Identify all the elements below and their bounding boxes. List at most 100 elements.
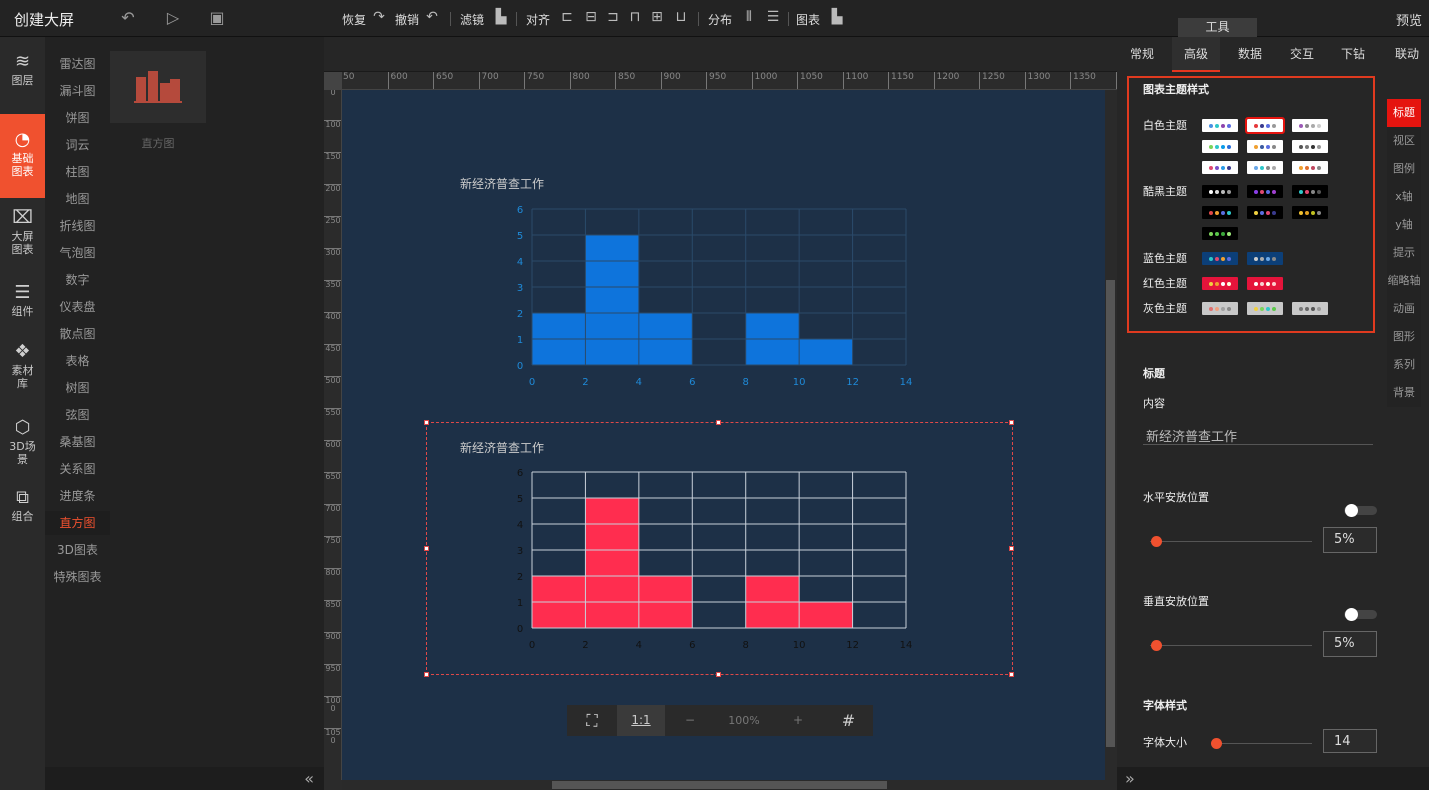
- tab-3[interactable]: 交互: [1278, 37, 1326, 72]
- fit-screen-icon[interactable]: ⛶: [567, 705, 617, 736]
- vertical-position-value[interactable]: 5%: [1323, 631, 1377, 657]
- zoom-in-button[interactable]: +: [778, 705, 818, 736]
- category-item[interactable]: 弦图: [45, 403, 110, 427]
- theme-swatch[interactable]: [1247, 252, 1283, 265]
- back-icon[interactable]: ↶: [118, 8, 138, 28]
- theme-swatch[interactable]: [1202, 206, 1238, 219]
- side-tab-2[interactable]: 图例: [1387, 155, 1421, 183]
- font-size-value[interactable]: 14: [1323, 729, 1377, 753]
- horizontal-scroll-thumb[interactable]: [552, 781, 887, 789]
- theme-swatch[interactable]: [1247, 185, 1283, 198]
- theme-swatch[interactable]: [1202, 140, 1238, 153]
- side-tab-5[interactable]: 提示: [1387, 239, 1421, 267]
- category-item[interactable]: 进度条: [45, 484, 110, 508]
- side-tab-6[interactable]: 缩略轴: [1387, 267, 1421, 295]
- histogram-bar[interactable]: [585, 498, 639, 628]
- nav-sliders[interactable]: ☰ 组件: [0, 275, 45, 327]
- theme-swatch[interactable]: [1245, 117, 1285, 134]
- vertical-position-slider[interactable]: [1150, 645, 1312, 646]
- distribute-horizontal-icon[interactable]: ⫴: [740, 8, 758, 26]
- align-button[interactable]: 对齐: [526, 11, 550, 28]
- side-tab-9[interactable]: 系列: [1387, 351, 1421, 379]
- align-middle-icon[interactable]: ⊞: [648, 8, 666, 26]
- grid-toggle-icon[interactable]: #: [824, 705, 873, 736]
- theme-swatch[interactable]: [1292, 185, 1328, 198]
- distribute-button[interactable]: 分布: [708, 11, 732, 28]
- category-item[interactable]: 雷达图: [45, 52, 110, 76]
- theme-swatch[interactable]: [1202, 185, 1238, 198]
- align-left-icon[interactable]: ⊏: [558, 8, 576, 26]
- slider-knob[interactable]: [1151, 536, 1162, 547]
- theme-swatch[interactable]: [1292, 161, 1328, 174]
- theme-swatch[interactable]: [1202, 119, 1238, 132]
- side-tab-0[interactable]: 标题: [1387, 99, 1421, 127]
- category-item[interactable]: 散点图: [45, 322, 110, 346]
- collapse-right-button[interactable]: »: [1117, 767, 1429, 790]
- nav-pie-chart[interactable]: ◔ 基础图表: [0, 114, 45, 198]
- nav-layers[interactable]: ≋ 图层: [0, 44, 45, 94]
- nav-group[interactable]: ⧉ 组合: [0, 480, 45, 530]
- histogram-chart-red[interactable]: 01234560 2 4 6 8 10 12 14: [500, 458, 930, 658]
- resize-handle[interactable]: [1009, 546, 1014, 551]
- filter-button[interactable]: 滤镜: [460, 11, 484, 28]
- tab-5[interactable]: 联动: [1385, 37, 1429, 72]
- preview-button[interactable]: 预览: [1396, 10, 1422, 29]
- category-item[interactable]: 地图: [45, 187, 110, 211]
- category-item[interactable]: 数字: [45, 268, 110, 292]
- resize-handle[interactable]: [716, 420, 721, 425]
- resize-handle[interactable]: [1009, 420, 1014, 425]
- category-item[interactable]: 柱图: [45, 160, 110, 184]
- zoom-out-button[interactable]: −: [670, 705, 710, 736]
- nav-monitor-chart[interactable]: ⌧ 大屏图表: [0, 200, 45, 262]
- histogram-bar[interactable]: [585, 235, 639, 365]
- theme-swatch[interactable]: [1292, 206, 1328, 219]
- theme-swatch[interactable]: [1292, 302, 1328, 315]
- theme-swatch[interactable]: [1247, 161, 1283, 174]
- category-item[interactable]: 气泡图: [45, 241, 110, 265]
- category-item[interactable]: 3D图表: [45, 538, 110, 562]
- align-bottom-icon[interactable]: ⊔: [672, 8, 690, 26]
- nav-materials[interactable]: ❖ 素材库: [0, 334, 45, 406]
- align-top-icon[interactable]: ⊓: [626, 8, 644, 26]
- category-item[interactable]: 直方图: [45, 511, 110, 535]
- one-to-one-button[interactable]: 1:1: [617, 705, 665, 736]
- histogram-bar[interactable]: [799, 602, 853, 628]
- side-tab-4[interactable]: y轴: [1387, 211, 1421, 239]
- tab-1[interactable]: 高级: [1172, 37, 1220, 72]
- side-tab-3[interactable]: x轴: [1387, 183, 1421, 211]
- theme-swatch[interactable]: [1247, 277, 1283, 290]
- tab-4[interactable]: 下钻: [1330, 37, 1376, 72]
- resize-handle[interactable]: [424, 672, 429, 677]
- save-icon[interactable]: ▣: [207, 8, 227, 28]
- theme-swatch[interactable]: [1202, 161, 1238, 174]
- side-tab-8[interactable]: 图形: [1387, 323, 1421, 351]
- undo-button[interactable]: 撤销: [395, 11, 419, 28]
- theme-swatch[interactable]: [1202, 252, 1238, 265]
- play-icon[interactable]: ▷: [163, 8, 183, 28]
- theme-swatch[interactable]: [1247, 302, 1283, 315]
- theme-swatch[interactable]: [1202, 227, 1238, 240]
- collapse-left-button[interactable]: «: [45, 767, 324, 790]
- redo-icon[interactable]: ↷: [370, 8, 388, 26]
- category-item[interactable]: 表格: [45, 349, 110, 373]
- category-item[interactable]: 饼图: [45, 106, 110, 130]
- side-tab-7[interactable]: 动画: [1387, 295, 1421, 323]
- category-item[interactable]: 关系图: [45, 457, 110, 481]
- distribute-vertical-icon[interactable]: ☰: [764, 8, 782, 26]
- category-item[interactable]: 桑基图: [45, 430, 110, 454]
- theme-swatch[interactable]: [1247, 140, 1283, 153]
- undo-icon[interactable]: ↶: [423, 8, 441, 26]
- category-item[interactable]: 仪表盘: [45, 295, 110, 319]
- vertical-scroll-thumb[interactable]: [1106, 280, 1115, 747]
- side-tab-10[interactable]: 背景: [1387, 379, 1421, 407]
- theme-swatch[interactable]: [1202, 277, 1238, 290]
- align-center-icon[interactable]: ⊟: [582, 8, 600, 26]
- chart-icon[interactable]: ▙: [828, 8, 846, 26]
- font-size-slider[interactable]: [1211, 743, 1312, 744]
- toggle-knob[interactable]: [1345, 504, 1358, 517]
- resize-handle[interactable]: [716, 672, 721, 677]
- align-right-icon[interactable]: ⊐: [604, 8, 622, 26]
- title-content-input[interactable]: 新经济普查工作: [1143, 426, 1373, 445]
- tab-0[interactable]: 常规: [1117, 37, 1167, 72]
- histogram-thumbnail[interactable]: [110, 51, 206, 123]
